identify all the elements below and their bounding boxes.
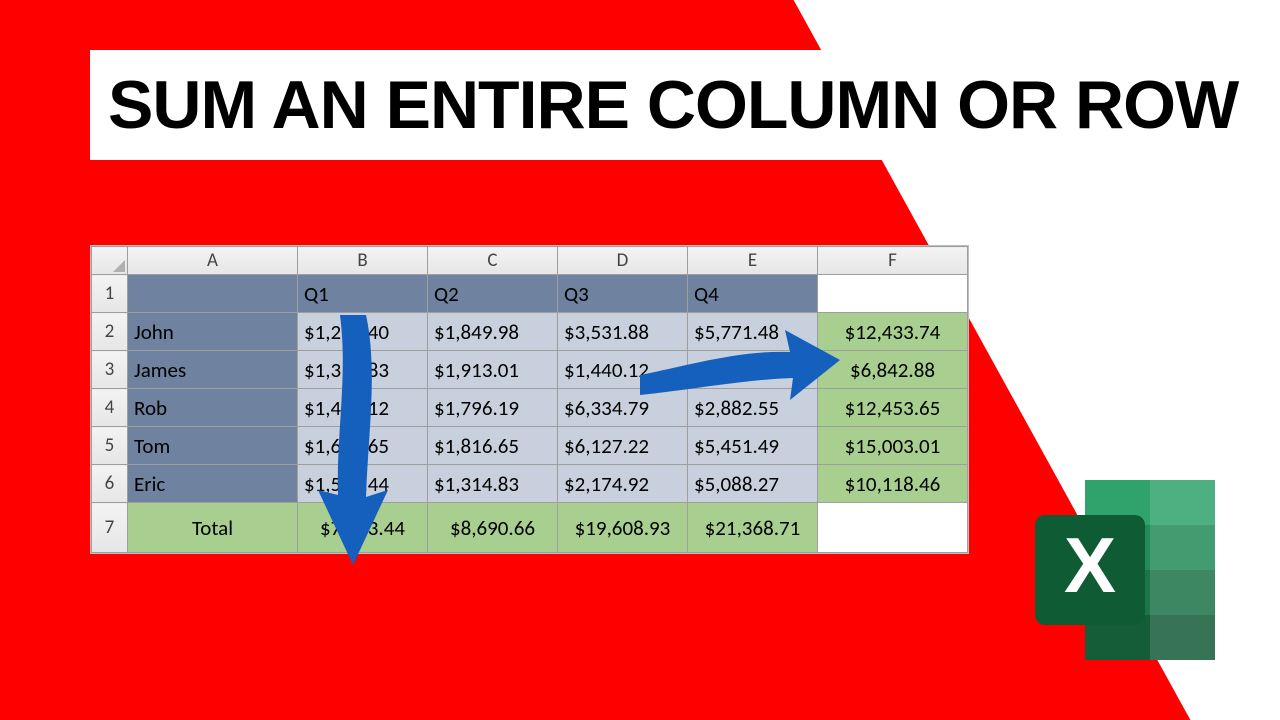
- cell-C2[interactable]: $1,849.98: [428, 313, 558, 351]
- col-header-A[interactable]: A: [128, 247, 298, 275]
- col-header-F[interactable]: F: [818, 247, 968, 275]
- cell-C6[interactable]: $1,314.83: [428, 465, 558, 503]
- grid[interactable]: A B C D E F 1 Q1 Q2 Q3 Q4 2 John $1,280.…: [91, 246, 968, 553]
- excel-logo-icon: X: [1025, 470, 1225, 670]
- cell-C1[interactable]: Q2: [428, 275, 558, 313]
- cell-B2[interactable]: $1,280.40: [298, 313, 428, 351]
- cell-F1[interactable]: [818, 275, 968, 313]
- cell-F5[interactable]: $15,003.01: [818, 427, 968, 465]
- cell-D2[interactable]: $3,531.88: [558, 313, 688, 351]
- cell-C7[interactable]: $8,690.66: [428, 503, 558, 553]
- col-header-D[interactable]: D: [558, 247, 688, 275]
- table-row: 6 Eric $1,540.44 $1,314.83 $2,174.92 $5,…: [92, 465, 968, 503]
- cell-B5[interactable]: $1,607.65: [298, 427, 428, 465]
- table-row: 7 Total $7,183.44 $8,690.66 $19,608.93 $…: [92, 503, 968, 553]
- cell-D1[interactable]: Q3: [558, 275, 688, 313]
- cell-E5[interactable]: $5,451.49: [688, 427, 818, 465]
- cell-B3[interactable]: $1,314.83: [298, 351, 428, 389]
- column-header-row: A B C D E F: [92, 247, 968, 275]
- row-header-3[interactable]: 3: [92, 351, 128, 389]
- table-row: 1 Q1 Q2 Q3 Q4: [92, 275, 968, 313]
- cell-F2[interactable]: $12,433.74: [818, 313, 968, 351]
- row-header-1[interactable]: 1: [92, 275, 128, 313]
- page-title: SUM AN ENTIRE COLUMN OR ROW: [108, 66, 1238, 144]
- table-row: 4 Rob $1,440.12 $1,796.19 $6,334.79 $2,8…: [92, 389, 968, 427]
- cell-E3[interactable]: $2,174.92: [688, 351, 818, 389]
- cell-D6[interactable]: $2,174.92: [558, 465, 688, 503]
- row-header-2[interactable]: 2: [92, 313, 128, 351]
- cell-E4[interactable]: $2,882.55: [688, 389, 818, 427]
- excel-logo-letter: X: [1064, 521, 1116, 609]
- cell-F4[interactable]: $12,453.65: [818, 389, 968, 427]
- col-header-C[interactable]: C: [428, 247, 558, 275]
- cell-D3[interactable]: $1,440.12: [558, 351, 688, 389]
- cell-D5[interactable]: $6,127.22: [558, 427, 688, 465]
- table-row: 5 Tom $1,607.65 $1,816.65 $6,127.22 $5,4…: [92, 427, 968, 465]
- table-row: 2 John $1,280.40 $1,849.98 $3,531.88 $5,…: [92, 313, 968, 351]
- cell-E2[interactable]: $5,771.48: [688, 313, 818, 351]
- cell-A3[interactable]: James: [128, 351, 298, 389]
- cell-A2[interactable]: John: [128, 313, 298, 351]
- col-header-E[interactable]: E: [688, 247, 818, 275]
- cell-A5[interactable]: Tom: [128, 427, 298, 465]
- cell-F6[interactable]: $10,118.46: [818, 465, 968, 503]
- cell-A1[interactable]: [128, 275, 298, 313]
- thumbnail-stage: SUM AN ENTIRE COLUMN OR ROW A B C D E F …: [0, 0, 1280, 720]
- table-row: 3 James $1,314.83 $1,913.01 $1,440.12 $2…: [92, 351, 968, 389]
- cell-A6[interactable]: Eric: [128, 465, 298, 503]
- select-all-corner[interactable]: [92, 247, 128, 275]
- title-bar: SUM AN ENTIRE COLUMN OR ROW: [90, 50, 1190, 160]
- cell-A7[interactable]: Total: [128, 503, 298, 553]
- cell-B4[interactable]: $1,440.12: [298, 389, 428, 427]
- cell-D4[interactable]: $6,334.79: [558, 389, 688, 427]
- cell-B6[interactable]: $1,540.44: [298, 465, 428, 503]
- cell-E7[interactable]: $21,368.71: [688, 503, 818, 553]
- cell-E6[interactable]: $5,088.27: [688, 465, 818, 503]
- col-header-B[interactable]: B: [298, 247, 428, 275]
- spreadsheet: A B C D E F 1 Q1 Q2 Q3 Q4 2 John $1,280.…: [90, 245, 969, 554]
- cell-B1[interactable]: Q1: [298, 275, 428, 313]
- cell-F3[interactable]: $6,842.88: [818, 351, 968, 389]
- cell-B7[interactable]: $7,183.44: [298, 503, 428, 553]
- cell-C4[interactable]: $1,796.19: [428, 389, 558, 427]
- row-header-6[interactable]: 6: [92, 465, 128, 503]
- cell-D7[interactable]: $19,608.93: [558, 503, 688, 553]
- cell-C3[interactable]: $1,913.01: [428, 351, 558, 389]
- cell-F7[interactable]: [818, 503, 968, 553]
- cell-C5[interactable]: $1,816.65: [428, 427, 558, 465]
- row-header-5[interactable]: 5: [92, 427, 128, 465]
- cell-E1[interactable]: Q4: [688, 275, 818, 313]
- row-header-7[interactable]: 7: [92, 503, 128, 553]
- cell-A4[interactable]: Rob: [128, 389, 298, 427]
- row-header-4[interactable]: 4: [92, 389, 128, 427]
